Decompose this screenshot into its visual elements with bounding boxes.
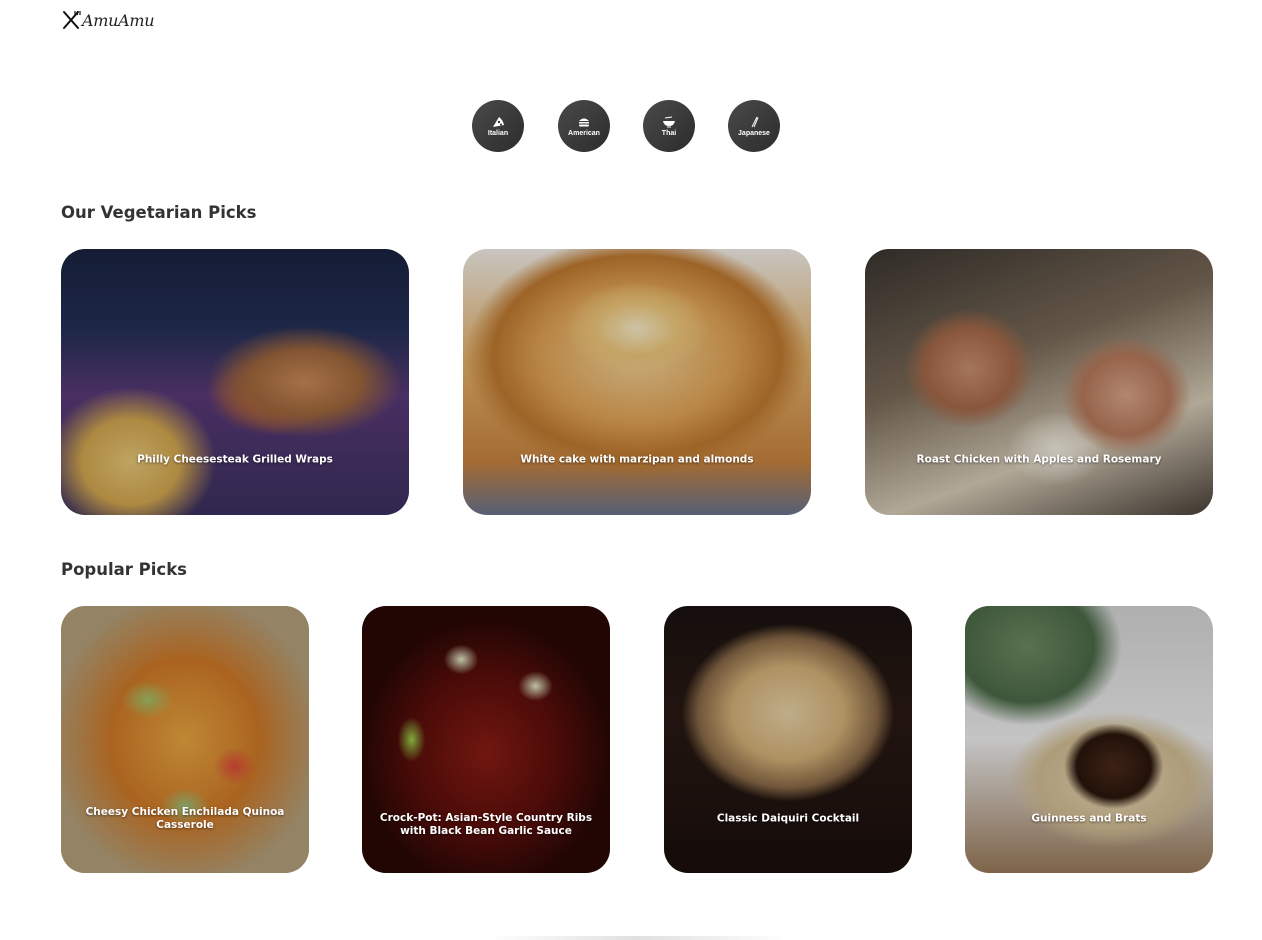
category-american-button[interactable]: American [558,100,610,152]
category-label: Thai [661,129,677,137]
logo-text: AmuAmu [82,10,155,30]
category-label: Italian [487,129,509,137]
popular-section-title: Popular Picks [61,560,187,579]
bottom-shadow-divider [486,936,790,940]
category-label: Japanese [738,129,770,137]
bowl-icon [663,116,675,127]
category-italian-button[interactable]: Italian [472,100,524,152]
logo-link[interactable]: AmuAmu [61,9,155,31]
fork-knife-icon [63,11,81,29]
popular-card[interactable]: Guinness and Brats [965,606,1213,873]
category-nav: Italian American Thai Japanese [0,100,1262,152]
site-header: AmuAmu [61,8,155,32]
vegetarian-card[interactable]: White cake with marzipan and almonds [463,249,811,515]
recipe-title: Roast Chicken with Apples and Rosemary [916,453,1162,466]
vegetarian-card[interactable]: Roast Chicken with Apples and Rosemary [865,249,1213,515]
popular-card[interactable]: Crock-Pot: Asian-Style Country Ribs with… [362,606,610,873]
popular-card[interactable]: Classic Daiquiri Cocktail [664,606,912,873]
recipe-title: Guinness and Brats [1031,812,1147,824]
category-label: American [568,129,600,137]
popular-card[interactable]: Cheesy Chicken Enchilada Quinoa Casserol… [61,606,309,873]
pizza-icon [493,116,504,127]
category-japanese-button[interactable]: Japanese [728,100,780,152]
chopsticks-icon [751,116,759,127]
recipe-title: Cheesy Chicken Enchilada Quinoa Casserol… [85,805,285,831]
recipe-title: Crock-Pot: Asian-Style Country Ribs with… [379,811,593,837]
vegetarian-section-title: Our Vegetarian Picks [61,203,257,222]
burger-icon [579,118,589,126]
vegetarian-card[interactable]: Philly Cheesesteak Grilled Wraps [61,249,409,515]
recipe-title: Philly Cheesesteak Grilled Wraps [137,453,333,466]
recipe-title: White cake with marzipan and almonds [520,453,754,466]
category-thai-button[interactable]: Thai [643,100,695,152]
recipe-title: Classic Daiquiri Cocktail [716,812,860,824]
